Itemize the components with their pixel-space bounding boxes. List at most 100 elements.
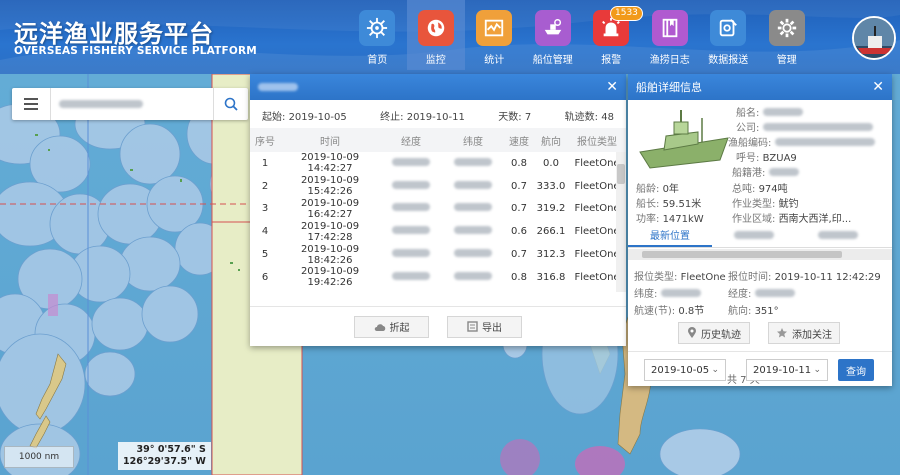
ship-detail-panel: 船舶详细信息 ✕ 船名: 公司: 渔船编码: 呼号: BZUA9 船籍港: 船龄… (628, 74, 892, 386)
work-type: 作业类型: 鱿钓 (732, 199, 799, 210)
star-icon (777, 328, 787, 338)
user-avatar[interactable] (852, 16, 896, 60)
nav-item-monitor[interactable]: 监控 (406, 0, 465, 70)
nav-item-logbook[interactable]: 渔捞日志 (641, 0, 700, 70)
search-input-blurred-text (59, 100, 143, 108)
table-row[interactable]: 5 2019-10-09 18:42:26 0.7 312.3 FleetOne (250, 243, 626, 266)
nav-label: 船位管理 (532, 55, 573, 66)
logbook-icon (651, 10, 688, 46)
date-to-select[interactable]: 2019-10-11 ⌄ (746, 359, 828, 381)
col-header: 速度 (504, 128, 534, 152)
table-row[interactable]: 6 2019-10-09 19:42:26 0.8 316.8 FleetOne (250, 266, 626, 289)
nav-label: 管理 (776, 55, 797, 66)
divider (628, 351, 892, 352)
date-from-select[interactable]: 2019-10-05 ⌄ (644, 359, 726, 381)
detail-panel-title: 船舶详细信息 (636, 81, 702, 94)
track-panel: ✕ 起始: 2019-10-05 终止: 2019-10-11 天数: 7 轨迹… (250, 74, 626, 346)
nav-item-alarm[interactable]: 1533 报警 (582, 0, 643, 70)
helm-icon (359, 10, 396, 46)
ship-position-icon (534, 10, 571, 46)
menu-button[interactable] (12, 88, 50, 120)
chevron-down-icon: ⌄ (813, 365, 821, 375)
table-row[interactable]: 3 2019-10-09 16:42:27 0.7 319.2 FleetOne (250, 198, 626, 221)
detail-panel-header: 船舶详细信息 ✕ (628, 74, 892, 100)
search-icon (224, 97, 238, 111)
longitude: 经度: (728, 285, 795, 300)
report-time: 报位时间: 2019-10-11 12:42:29 (728, 272, 881, 283)
port-row: 船籍港: (732, 164, 799, 179)
fishery-code-row: 渔船编码: (728, 134, 875, 149)
location-pin-icon (688, 327, 696, 338)
callsign-row: 呼号: BZUA9 (736, 153, 797, 164)
tab-blurred-1[interactable] (712, 223, 796, 247)
track-table-head: 序号 时间 经度 纬度 速度 航向 报位类型 (250, 128, 626, 152)
report-icon (710, 10, 747, 46)
ship-age: 船龄: 0年 (636, 184, 679, 195)
app-title-cn: 远洋渔业服务平台 (14, 20, 214, 48)
ship-model-icon (639, 110, 729, 169)
close-icon[interactable]: ✕ (606, 80, 618, 94)
detail-tabs: 最新位置 (628, 224, 892, 248)
history-track-button[interactable]: 历史轨迹 (678, 322, 750, 344)
close-icon[interactable]: ✕ (872, 80, 884, 94)
table-row[interactable]: 4 2019-10-09 17:42:28 0.6 266.1 FleetOne (250, 220, 626, 243)
track-points: 轨迹数: 48 (564, 111, 614, 123)
tab-latest-position[interactable]: 最新位置 (628, 223, 712, 247)
nav-item-stats[interactable]: 统计 (465, 0, 524, 70)
track-start: 起始: 2019-10-05 (262, 111, 347, 123)
gear-icon (768, 10, 805, 46)
nav-item-manage[interactable]: 管理 (758, 0, 817, 70)
scrollbar-thumb[interactable] (642, 251, 842, 258)
col-header: 序号 (250, 128, 280, 152)
nav-item-data-report[interactable]: 数据报送 (699, 0, 758, 70)
cursor-longitude: 126°29'37.5" W (123, 456, 206, 467)
scrollbar-thumb[interactable] (617, 164, 625, 184)
nav-label: 报警 (601, 55, 622, 66)
chart-icon (476, 10, 513, 46)
col-header: 纬度 (442, 128, 504, 152)
track-days: 天数: 7 (498, 111, 532, 123)
search-input[interactable] (50, 88, 214, 120)
search-button[interactable] (214, 88, 248, 120)
ship-search-bar (12, 88, 248, 120)
cloud-icon (374, 323, 385, 331)
latitude: 纬度: (634, 285, 701, 300)
nav-label: 渔捞日志 (649, 55, 690, 66)
chevron-down-icon: ⌄ (711, 365, 719, 375)
course: 航向: 351° (728, 306, 779, 317)
table-row[interactable]: 2 2019-10-09 15:42:26 0.7 333.0 FleetOne (250, 175, 626, 198)
document-icon (467, 321, 478, 332)
track-table-body[interactable]: 1 2019-10-09 14:42:27 0.8 0.0 FleetOne 2 2019… (250, 152, 626, 292)
track-table-scrollbar[interactable] (616, 152, 626, 292)
col-header: 航向 (534, 128, 568, 152)
cursor-latitude: 39° 0'57.6" S (136, 444, 206, 455)
col-header: 时间 (280, 128, 380, 152)
export-button[interactable]: 导出 (447, 315, 522, 338)
alarm-count-badge: 1533 (610, 6, 643, 21)
nav-label: 统计 (484, 55, 505, 66)
track-summary: 起始: 2019-10-05 终止: 2019-10-11 天数: 7 轨迹数:… (250, 102, 626, 128)
query-button[interactable]: 查询 (838, 359, 874, 381)
nav-label: 首页 (367, 55, 388, 66)
collapse-button[interactable]: 折起 (354, 315, 429, 338)
nav-item-ship-position[interactable]: 船位管理 (524, 0, 583, 70)
ship-length: 船长: 59.51米 (636, 199, 702, 210)
app-title-en: OVERSEAS FISHERY SERVICE PLATFORM (14, 45, 257, 57)
main-nav: 首页 监控 统计 船位管理 1533 报警 渔捞日志 数据报送 管理 (348, 0, 816, 74)
nav-item-home[interactable]: 首页 (348, 0, 407, 70)
cursor-coordinates: 39° 0'57.6" S 126°29'37.5" W (118, 442, 211, 470)
tab-blurred-2[interactable] (796, 223, 880, 247)
track-panel-footer: 折起 导出 (250, 306, 626, 346)
add-follow-button[interactable]: 添加关注 (768, 322, 840, 344)
col-header: 经度 (380, 128, 442, 152)
hamburger-icon (24, 98, 38, 110)
tonnage: 总吨: 974吨 (732, 184, 788, 195)
tabs-scrollbar[interactable] (628, 249, 892, 260)
table-row[interactable]: 1 2019-10-09 14:42:27 0.8 0.0 FleetOne (250, 152, 626, 175)
nav-label: 数据报送 (708, 55, 749, 66)
globe-icon (417, 10, 454, 46)
col-header: 报位类型 (568, 128, 626, 152)
ship-name-row: 船名: (736, 104, 803, 119)
report-type: 报位类型: FleetOne (634, 272, 726, 283)
company-row: 公司: (736, 119, 873, 134)
